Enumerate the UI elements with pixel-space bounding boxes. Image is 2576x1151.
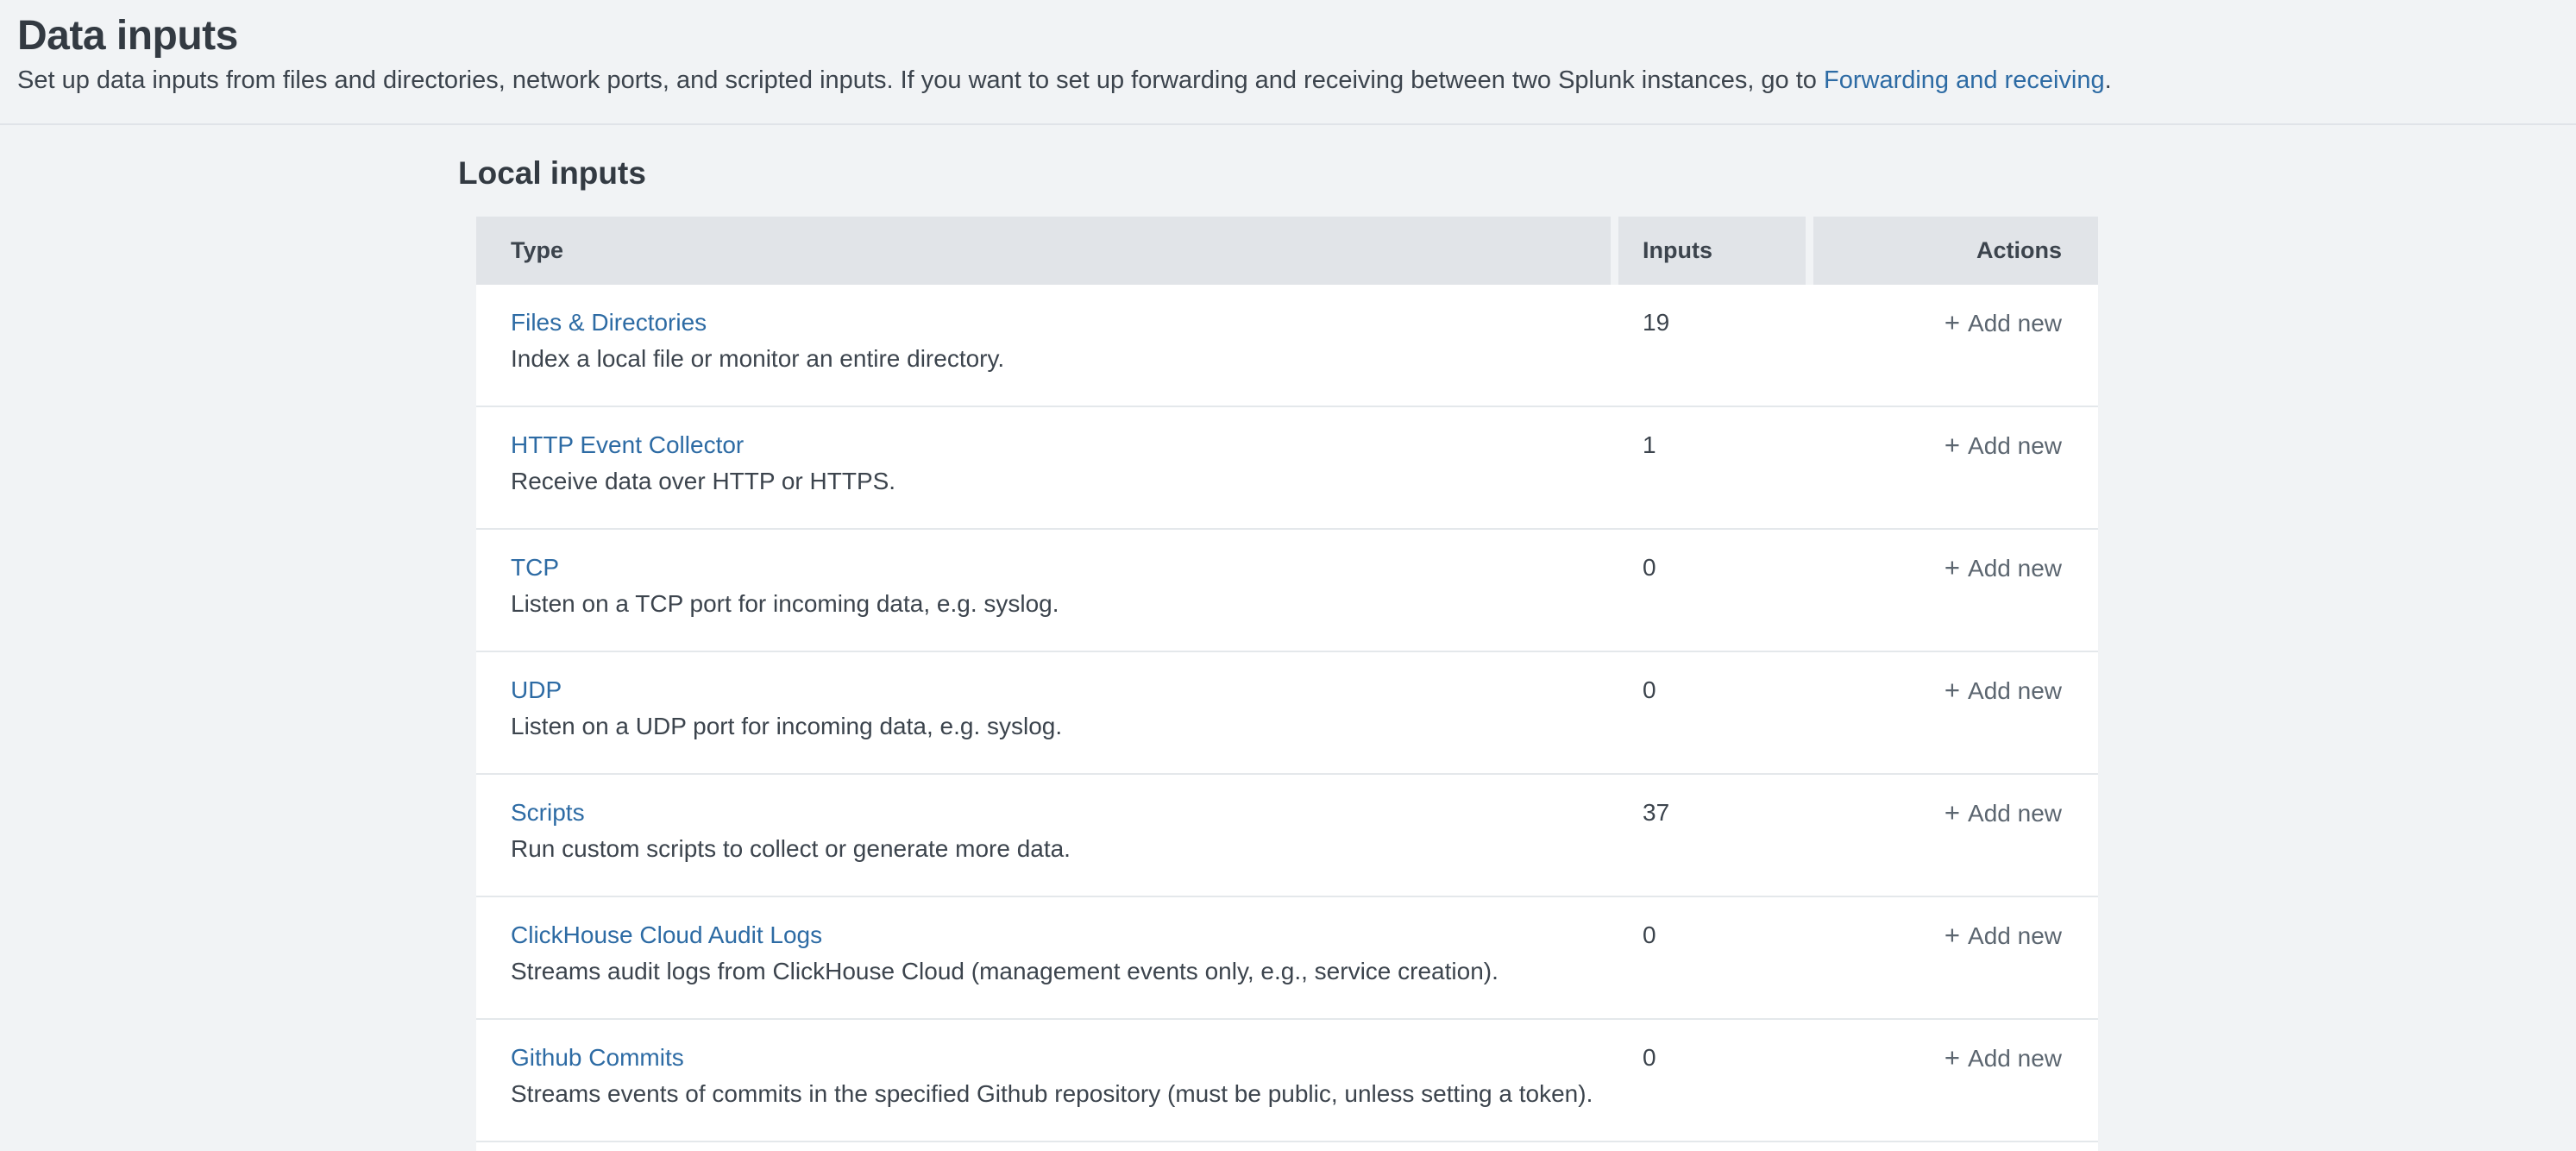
actions-cell: + Add new [1813,407,2098,528]
input-type-link[interactable]: Github Commits [511,1042,684,1073]
type-cell: TCP Listen on a TCP port for incoming da… [476,530,1618,651]
table-row: Files & Directories Index a local file o… [476,285,2098,407]
plus-icon: + [1945,675,1960,705]
column-header-actions: Actions [1813,217,2098,285]
add-new-label: Add new [1968,555,2062,582]
table-row: TCP Listen on a TCP port for incoming da… [476,530,2098,652]
inputs-count: 19 [1618,285,1813,406]
add-new-link[interactable]: + Add new [1945,1045,2062,1072]
add-new-label: Add new [1968,677,2062,704]
table-row: HTTP Event Collector Receive data over H… [476,407,2098,530]
input-type-link[interactable]: Files & Directories [511,307,707,338]
column-header-type: Type [476,217,1611,285]
local-inputs-table: Type Inputs Actions Files & Directories … [476,217,2098,1151]
plus-icon: + [1945,430,1960,460]
input-type-link[interactable]: Scripts [511,797,585,828]
table-row: UDP Listen on a UDP port for incoming da… [476,652,2098,775]
add-new-label: Add new [1968,800,2062,827]
input-type-link[interactable]: HTTP Event Collector [511,430,744,461]
type-cell: ClickHouse Cloud Audit Logs Streams audi… [476,897,1618,1018]
inputs-count: 0 [1618,530,1813,651]
page-subtitle-text: Set up data inputs from files and direct… [17,66,1824,94]
input-type-description: Index a local file or monitor an entire … [511,344,1601,374]
type-cell: Files & Directories Index a local file o… [476,285,1618,406]
inputs-count: 0 [1618,1020,1813,1141]
table-row: Scripts Run custom scripts to collect or… [476,775,2098,897]
next-row-partial [476,1142,2098,1151]
add-new-label: Add new [1968,1045,2062,1072]
table-row: Github Commits Streams events of commits… [476,1020,2098,1142]
data-inputs-page: Data inputs Set up data inputs from file… [0,0,2576,1151]
type-cell: HTTP Event Collector Receive data over H… [476,407,1618,528]
forwarding-and-receiving-link[interactable]: Forwarding and receiving [1824,66,2105,94]
input-type-link[interactable]: TCP [511,552,559,583]
column-header-inputs: Inputs [1618,217,1806,285]
actions-cell: + Add new [1813,1020,2098,1141]
input-type-link[interactable]: ClickHouse Cloud Audit Logs [511,920,822,951]
local-inputs-heading: Local inputs [458,154,2576,192]
plus-icon: + [1945,797,1960,827]
inputs-count: 0 [1618,652,1813,773]
inputs-count: 1 [1618,407,1813,528]
add-new-label: Add new [1968,922,2062,949]
input-type-description: Streams audit logs from ClickHouse Cloud… [511,957,1601,986]
actions-cell: + Add new [1813,775,2098,896]
add-new-link[interactable]: + Add new [1945,310,2062,336]
page-subtitle: Set up data inputs from files and direct… [17,66,2541,95]
actions-cell: + Add new [1813,897,2098,1018]
page-title: Data inputs [17,12,2541,60]
plus-icon: + [1945,552,1960,582]
input-type-description: Listen on a TCP port for incoming data, … [511,589,1601,619]
input-type-description: Run custom scripts to collect or generat… [511,834,1601,864]
add-new-link[interactable]: + Add new [1945,922,2062,949]
add-new-link[interactable]: + Add new [1945,677,2062,704]
type-cell: Github Commits Streams events of commits… [476,1020,1618,1141]
type-cell: UDP Listen on a UDP port for incoming da… [476,652,1618,773]
add-new-link[interactable]: + Add new [1945,432,2062,459]
actions-cell: + Add new [1813,652,2098,773]
add-new-link[interactable]: + Add new [1945,555,2062,582]
plus-icon: + [1945,307,1960,337]
plus-icon: + [1945,920,1960,950]
add-new-label: Add new [1968,310,2062,336]
page-subtitle-period: . [2105,66,2112,94]
plus-icon: + [1945,1042,1960,1072]
table-header-row: Type Inputs Actions [476,217,2098,285]
actions-cell: + Add new [1813,530,2098,651]
page-header: Data inputs Set up data inputs from file… [0,0,2576,125]
table-row: ClickHouse Cloud Audit Logs Streams audi… [476,897,2098,1020]
add-new-link[interactable]: + Add new [1945,800,2062,827]
actions-cell: + Add new [1813,285,2098,406]
add-new-label: Add new [1968,432,2062,459]
input-type-link[interactable]: UDP [511,675,562,706]
type-cell: Scripts Run custom scripts to collect or… [476,775,1618,896]
table-body: Files & Directories Index a local file o… [476,285,2098,1142]
input-type-description: Listen on a UDP port for incoming data, … [511,712,1601,741]
input-type-description: Streams events of commits in the specifi… [511,1079,1601,1109]
inputs-count: 37 [1618,775,1813,896]
inputs-count: 0 [1618,897,1813,1018]
input-type-description: Receive data over HTTP or HTTPS. [511,467,1601,496]
